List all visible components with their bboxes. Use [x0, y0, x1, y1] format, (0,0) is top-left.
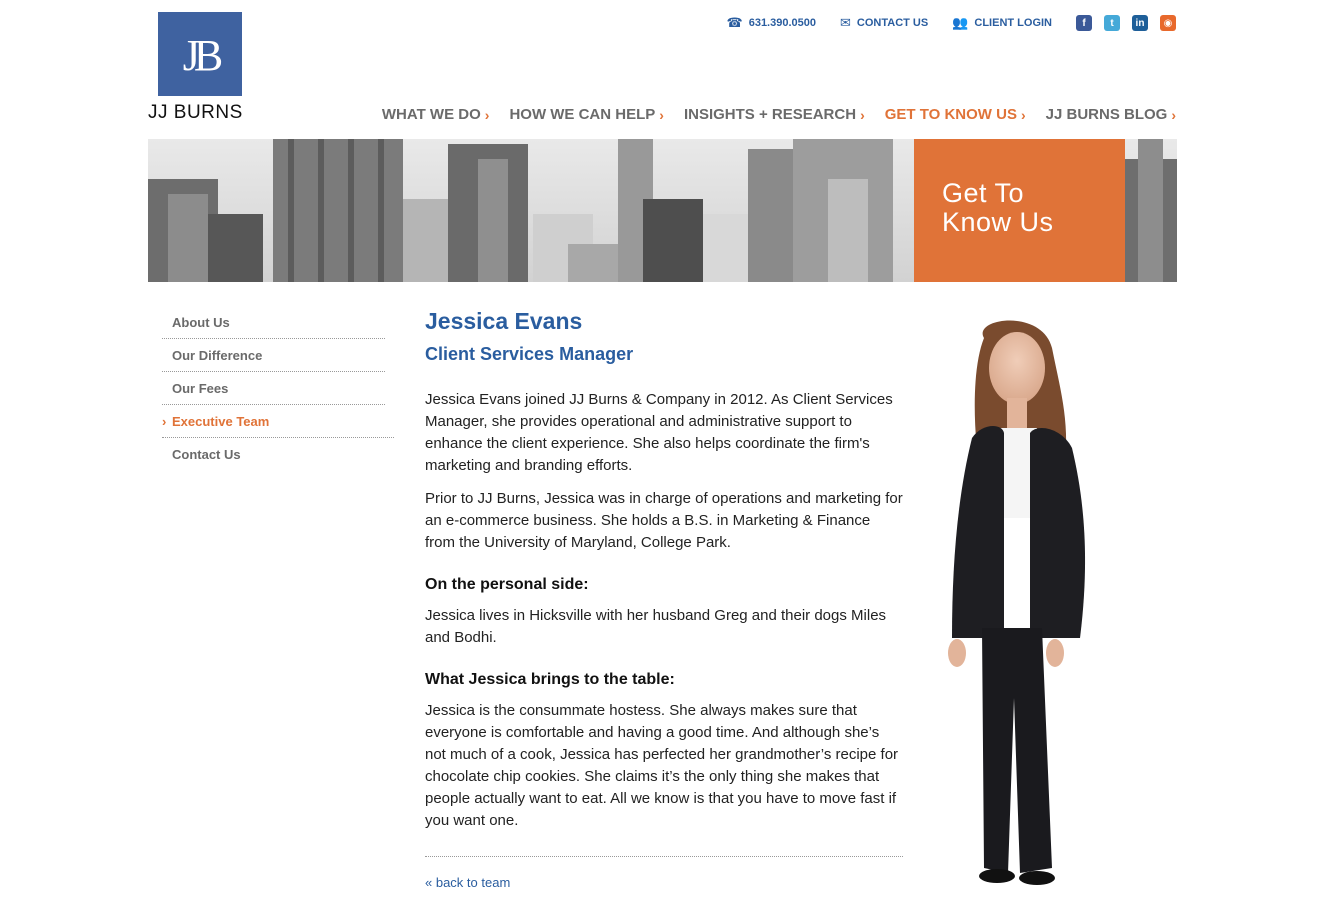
- phone-number: 631.390.0500: [748, 17, 816, 29]
- nav-how-we-can-help[interactable]: HOW WE CAN HELP ›: [509, 106, 664, 123]
- table-text: Jessica is the consummate hostess. She a…: [425, 702, 899, 829]
- chevron-right-icon: ›: [860, 106, 865, 123]
- client-login-label: CLIENT LOGIN: [974, 17, 1052, 29]
- facebook-icon[interactable]: f: [1076, 15, 1092, 31]
- phone-icon: ☎: [726, 15, 743, 30]
- chevron-right-icon: ›: [659, 106, 664, 123]
- personal-heading: On the personal side:: [425, 576, 589, 593]
- utility-bar: ☎ 631.390.0500 ✉ CONTACT US 👥 CLIENT LOG…: [727, 15, 1176, 31]
- contact-us-label: CONTACT US: [856, 17, 929, 29]
- nav-blog[interactable]: JJ BURNS BLOG ›: [1046, 106, 1176, 123]
- site-logo[interactable]: JB JJ BURNS: [148, 12, 252, 124]
- profile-role: Client Services Manager: [425, 344, 634, 364]
- envelope-icon: ✉: [840, 15, 851, 30]
- twitter-icon[interactable]: t: [1104, 15, 1120, 31]
- back-to-team-link[interactable]: « back to team: [425, 875, 903, 890]
- nav-insights-research[interactable]: INSIGHTS + RESEARCH ›: [684, 106, 865, 123]
- rss-icon[interactable]: ◉: [1160, 15, 1176, 31]
- contact-us-link[interactable]: ✉ CONTACT US: [840, 15, 928, 31]
- hero-banner: Get To Know Us: [148, 139, 1177, 282]
- chevron-right-icon: ›: [484, 106, 490, 123]
- social-links: f t in ◉: [1076, 15, 1176, 31]
- banner-title-line1: Get To: [942, 178, 1025, 208]
- logo-wordmark: JJ BURNS: [148, 102, 243, 123]
- personal-text: Jessica lives in Hicksville with her hus…: [425, 607, 887, 646]
- banner-title-line2: Know Us: [942, 207, 1054, 237]
- chevron-right-icon: ›: [1020, 106, 1026, 123]
- main-nav: WHAT WE DO › HOW WE CAN HELP › INSIGHTS + …: [382, 106, 1176, 123]
- table-heading: What Jessica brings to the table:: [425, 671, 675, 688]
- banner-title-box: Get To Know Us: [914, 139, 1125, 282]
- profile-photo: [948, 320, 1086, 885]
- profile-bio-1: Jessica Evans joined JJ Burns & Company …: [425, 391, 893, 474]
- logo-monogram: JB: [158, 12, 242, 96]
- subnav-our-difference[interactable]: Our Difference: [162, 339, 385, 372]
- nav-get-to-know-us[interactable]: GET TO KNOW US ›: [885, 106, 1026, 123]
- profile-content: Jessica Evans Client Services Manager Je…: [425, 308, 903, 890]
- phone-link[interactable]: ☎ 631.390.0500: [727, 15, 817, 31]
- chevron-right-icon: ›: [162, 413, 167, 429]
- section-subnav: About Us Our Difference Our Fees › Execut…: [162, 306, 394, 471]
- profile-name: Jessica Evans: [425, 308, 583, 334]
- subnav-about-us[interactable]: About Us: [162, 306, 385, 339]
- chevron-right-icon: ›: [1171, 106, 1176, 123]
- profile-bio-2: Prior to JJ Burns, Jessica was in charge…: [425, 490, 903, 551]
- users-icon: 👥: [952, 15, 969, 30]
- subnav-our-fees[interactable]: Our Fees: [162, 372, 385, 405]
- linkedin-icon[interactable]: in: [1132, 15, 1148, 31]
- subnav-contact-us[interactable]: Contact Us: [162, 438, 394, 471]
- subnav-executive-team[interactable]: › Executive Team: [162, 405, 394, 438]
- nav-what-we-do[interactable]: WHAT WE DO ›: [382, 106, 490, 123]
- content-divider: [425, 856, 903, 857]
- client-login-link[interactable]: 👥 CLIENT LOGIN: [952, 15, 1052, 31]
